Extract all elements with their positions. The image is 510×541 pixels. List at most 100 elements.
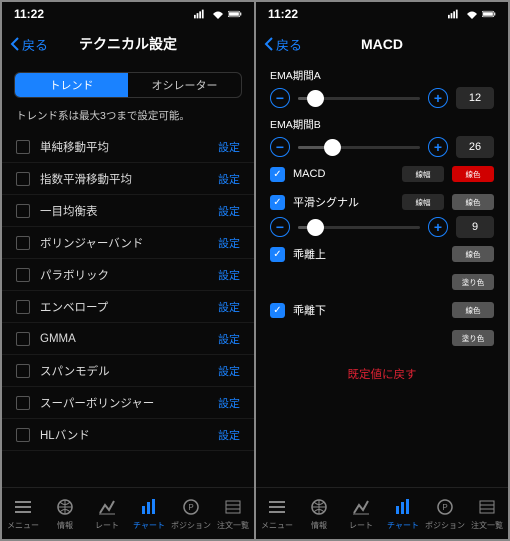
- settings-link[interactable]: 設定: [218, 331, 240, 347]
- slider[interactable]: [298, 226, 420, 229]
- back-button[interactable]: 戻る: [10, 35, 48, 54]
- indicator-row[interactable]: スパンモデル 設定: [2, 355, 254, 387]
- status-bar: 11:22: [256, 2, 508, 26]
- segment-oscillator[interactable]: オシレーター: [128, 73, 241, 97]
- tab-メニュー[interactable]: メニュー: [2, 490, 44, 539]
- tab-情報[interactable]: 情報: [44, 490, 86, 539]
- value-box[interactable]: 9: [456, 216, 494, 238]
- slider[interactable]: [298, 146, 420, 149]
- indicator-label: ボリンジャーバンド: [40, 235, 218, 251]
- checkbox-checked[interactable]: ✓: [270, 303, 285, 318]
- checkbox[interactable]: [16, 332, 30, 346]
- checkbox[interactable]: [16, 428, 30, 442]
- color-swatch[interactable]: 線色: [452, 166, 494, 182]
- reset-button[interactable]: 既定値に戻す: [256, 352, 508, 396]
- checkbox-checked[interactable]: ✓: [270, 195, 285, 210]
- tab-icon: P: [181, 498, 201, 518]
- tab-label: ポジション: [171, 520, 211, 531]
- indicator-label: 単純移動平均: [40, 139, 218, 155]
- settings-link[interactable]: 設定: [218, 171, 240, 187]
- tab-label: レート: [95, 520, 119, 531]
- checkbox[interactable]: [16, 300, 30, 314]
- color-swatch[interactable]: 線幅: [402, 194, 444, 210]
- tab-注文一覧[interactable]: 注文一覧: [212, 490, 254, 539]
- minus-button[interactable]: −: [270, 217, 290, 237]
- indicator-row[interactable]: 指数平滑移動平均 設定: [2, 163, 254, 195]
- checkbox[interactable]: [16, 172, 30, 186]
- checkbox[interactable]: [16, 236, 30, 250]
- color-swatch[interactable]: 線色: [452, 194, 494, 210]
- tab-icon: P: [435, 498, 455, 518]
- screen-macd: 11:22 戻る MACD EMA期間A − + 12 EMA期間B − + 2…: [256, 2, 508, 539]
- value-box[interactable]: 26: [456, 136, 494, 158]
- indicator-label: パラボリック: [40, 267, 218, 283]
- indicator-row[interactable]: パラボリック 設定: [2, 259, 254, 291]
- tab-メニュー[interactable]: メニュー: [256, 490, 298, 539]
- indicator-label: GMMA: [40, 333, 218, 345]
- settings-link[interactable]: 設定: [218, 427, 240, 443]
- tab-label: 情報: [311, 520, 327, 531]
- slider[interactable]: [298, 97, 420, 100]
- tab-レート[interactable]: レート: [340, 490, 382, 539]
- settings-link[interactable]: 設定: [218, 267, 240, 283]
- tab-チャート[interactable]: チャート: [382, 490, 424, 539]
- indicator-row[interactable]: ボリンジャーバンド 設定: [2, 227, 254, 259]
- minus-button[interactable]: −: [270, 137, 290, 157]
- checkbox[interactable]: [16, 140, 30, 154]
- checkbox[interactable]: [16, 364, 30, 378]
- help-note: トレンド系は最大3つまで設定可能。: [2, 104, 254, 131]
- color-swatch[interactable]: 線色: [452, 246, 494, 262]
- checkbox[interactable]: [16, 396, 30, 410]
- color-swatch[interactable]: 線色: [452, 302, 494, 318]
- tab-情報[interactable]: 情報: [298, 490, 340, 539]
- plus-button[interactable]: +: [428, 217, 448, 237]
- battery-icon: [228, 9, 242, 19]
- check-row: ✓ 平滑シグナル線幅線色: [256, 188, 508, 216]
- color-swatch[interactable]: 塗り色: [452, 330, 494, 346]
- checkbox[interactable]: [16, 204, 30, 218]
- checkbox-checked[interactable]: ✓: [270, 167, 285, 182]
- page-title: MACD: [361, 36, 403, 52]
- indicator-label: 一目均衡表: [40, 203, 218, 219]
- chevron-left-icon: [264, 37, 274, 51]
- segment-trend[interactable]: トレンド: [15, 73, 128, 97]
- macd-settings: EMA期間A − + 12 EMA期間B − + 26 ✓ MACD線幅線色✓ …: [256, 62, 508, 352]
- segment-control[interactable]: トレンド オシレーター: [14, 72, 242, 98]
- indicator-row[interactable]: 一目均衡表 設定: [2, 195, 254, 227]
- indicator-label: 指数平滑移動平均: [40, 171, 218, 187]
- tab-注文一覧[interactable]: 注文一覧: [466, 490, 508, 539]
- tab-チャート[interactable]: チャート: [128, 490, 170, 539]
- tab-icon: [139, 498, 159, 518]
- wifi-icon: [211, 9, 225, 19]
- color-swatch[interactable]: 線幅: [402, 166, 444, 182]
- tab-label: ポジション: [425, 520, 465, 531]
- indicator-row[interactable]: HLバンド 設定: [2, 419, 254, 451]
- indicator-label: スパンモデル: [40, 363, 218, 379]
- tab-ポジション[interactable]: P ポジション: [170, 490, 212, 539]
- tab-ポジション[interactable]: P ポジション: [424, 490, 466, 539]
- param-label: EMA期間B: [270, 117, 494, 132]
- tab-label: メニュー: [7, 520, 39, 531]
- plus-button[interactable]: +: [428, 137, 448, 157]
- indicator-row[interactable]: エンベロープ 設定: [2, 291, 254, 323]
- back-button[interactable]: 戻る: [264, 35, 302, 54]
- settings-link[interactable]: 設定: [218, 363, 240, 379]
- value-box[interactable]: 12: [456, 87, 494, 109]
- settings-link[interactable]: 設定: [218, 395, 240, 411]
- settings-link[interactable]: 設定: [218, 235, 240, 251]
- tab-label: チャート: [133, 520, 165, 531]
- indicator-row[interactable]: スーパーボリンジャー 設定: [2, 387, 254, 419]
- settings-link[interactable]: 設定: [218, 299, 240, 315]
- checkbox[interactable]: [16, 268, 30, 282]
- settings-link[interactable]: 設定: [218, 203, 240, 219]
- indicator-row[interactable]: GMMA 設定: [2, 323, 254, 355]
- checkbox-checked[interactable]: ✓: [270, 247, 285, 262]
- settings-link[interactable]: 設定: [218, 139, 240, 155]
- plus-button[interactable]: +: [428, 88, 448, 108]
- minus-button[interactable]: −: [270, 88, 290, 108]
- indicator-row[interactable]: 単純移動平均 設定: [2, 131, 254, 163]
- nav-bar: 戻る MACD: [256, 26, 508, 62]
- check-row: ✓ MACD線幅線色: [256, 160, 508, 188]
- tab-レート[interactable]: レート: [86, 490, 128, 539]
- color-swatch[interactable]: 塗り色: [452, 274, 494, 290]
